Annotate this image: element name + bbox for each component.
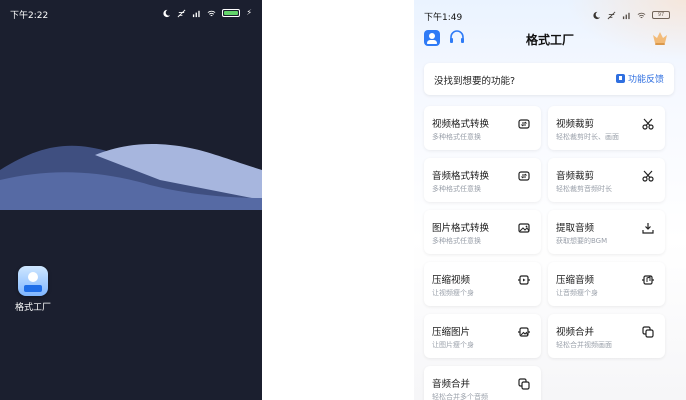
app-logo-icon (28, 272, 38, 282)
tool-desc: 让音频瘦个身 (556, 289, 598, 297)
tool-card-merge-audio[interactable]: 音频合并 轻松合并多个音频 (424, 366, 541, 400)
tool-name: 视频裁剪 (556, 119, 595, 130)
battery-icon: 97 (652, 11, 670, 19)
feedback-question: 没找到想要的功能? (434, 76, 516, 87)
tool-card-compress-image[interactable]: 压缩图片 让图片瘦个身 (424, 314, 541, 358)
tool-card-audio-trim[interactable]: 音频裁剪 轻松裁剪音频时长 (548, 158, 665, 202)
tool-card-compress-audio[interactable]: 压缩音频 让音频瘦个身 (548, 262, 665, 306)
signal-off-icon (607, 11, 616, 19)
feedback-label: 功能反馈 (627, 75, 664, 85)
crown-icon[interactable] (652, 31, 668, 45)
tool-desc: 轻松裁剪音频时长 (556, 185, 612, 193)
status-bar: 下午1:49 97 (414, 0, 686, 24)
status-icons: ⚡ (162, 8, 252, 18)
signal-icon (622, 12, 630, 19)
tool-name: 压缩音频 (556, 275, 595, 286)
tool-desc: 让图片瘦个身 (432, 341, 474, 349)
image-convert-icon (518, 223, 530, 233)
screenshot-stage: 下午2:22 ⚡ 格式工厂 下午1:49 97 格式工厂 没找到想要的功能? 功… (0, 0, 686, 400)
compress-audio-icon (642, 275, 654, 285)
home-screen: 下午2:22 ⚡ 格式工厂 (0, 0, 262, 400)
tool-desc: 多种格式任意换 (432, 237, 481, 245)
merge-icon (518, 378, 530, 390)
status-time: 下午1:49 (424, 13, 463, 23)
tool-desc: 轻松合并多个音频 (432, 393, 488, 400)
tool-card-merge-video[interactable]: 视频合并 轻松合并视频画面 (548, 314, 665, 358)
compress-image-icon (518, 327, 530, 337)
wifi-icon (637, 12, 646, 18)
compress-video-icon (518, 275, 530, 285)
charging-icon: ⚡ (246, 8, 252, 17)
signal-off-icon (177, 9, 186, 17)
tool-name: 视频格式转换 (432, 119, 490, 130)
scissors-icon (642, 118, 654, 130)
tool-card-extract-audio[interactable]: 提取音频 获取想要的BGM (548, 210, 665, 254)
tool-name: 图片格式转换 (432, 223, 490, 234)
app-screen: 下午1:49 97 格式工厂 没找到想要的功能? 功能反馈 视频格式转换 多种格… (414, 0, 686, 400)
tool-name: 音频裁剪 (556, 171, 595, 182)
tool-name: 音频格式转换 (432, 171, 490, 182)
tool-desc: 多种格式任意换 (432, 185, 481, 193)
tool-card-image-convert[interactable]: 图片格式转换 多种格式任意换 (424, 210, 541, 254)
tool-desc: 让视频瘦个身 (432, 289, 474, 297)
wallpaper-mountains (0, 144, 262, 210)
battery-icon (222, 9, 241, 17)
convert-icon (518, 171, 530, 181)
app-badge (24, 285, 42, 292)
tool-card-video-trim[interactable]: 视频裁剪 轻松裁剪时长、画面 (548, 106, 665, 150)
app-label: 格式工厂 (14, 303, 51, 313)
moon-icon (163, 9, 171, 17)
tool-desc: 获取想要的BGM (556, 237, 608, 245)
extract-icon (642, 223, 654, 234)
scissors-icon (642, 170, 654, 182)
status-time: 下午2:22 (10, 11, 49, 21)
wifi-icon (207, 10, 216, 16)
app-top-bar: 格式工厂 (414, 26, 686, 50)
format-factory-app-icon[interactable] (18, 266, 48, 296)
merge-icon (642, 326, 654, 338)
tool-name: 音频合并 (432, 379, 471, 390)
feedback-button[interactable]: 功能反馈 (615, 72, 664, 85)
feedback-icon (615, 74, 625, 83)
tool-name: 压缩图片 (432, 327, 471, 338)
tool-card-audio-convert[interactable]: 音频格式转换 多种格式任意换 (424, 158, 541, 202)
tool-name: 视频合并 (556, 327, 595, 338)
tool-card-compress-video[interactable]: 压缩视频 让视频瘦个身 (424, 262, 541, 306)
feedback-banner: 没找到想要的功能? 功能反馈 (424, 63, 674, 95)
status-icons: 97 (592, 10, 670, 20)
tool-desc: 轻松合并视频画面 (556, 341, 612, 349)
tool-name: 压缩视频 (432, 275, 471, 286)
moon-icon (593, 11, 601, 19)
convert-icon (518, 119, 530, 129)
battery-level: 97 (657, 12, 665, 18)
tool-name: 提取音频 (556, 223, 595, 234)
tool-desc: 多种格式任意换 (432, 133, 481, 141)
status-bar: 下午2:22 ⚡ (0, 0, 262, 24)
signal-icon (193, 10, 201, 17)
page-title: 格式工厂 (525, 33, 574, 47)
tool-desc: 轻松裁剪时长、画面 (556, 133, 619, 141)
tool-card-video-convert[interactable]: 视频格式转换 多种格式任意换 (424, 106, 541, 150)
